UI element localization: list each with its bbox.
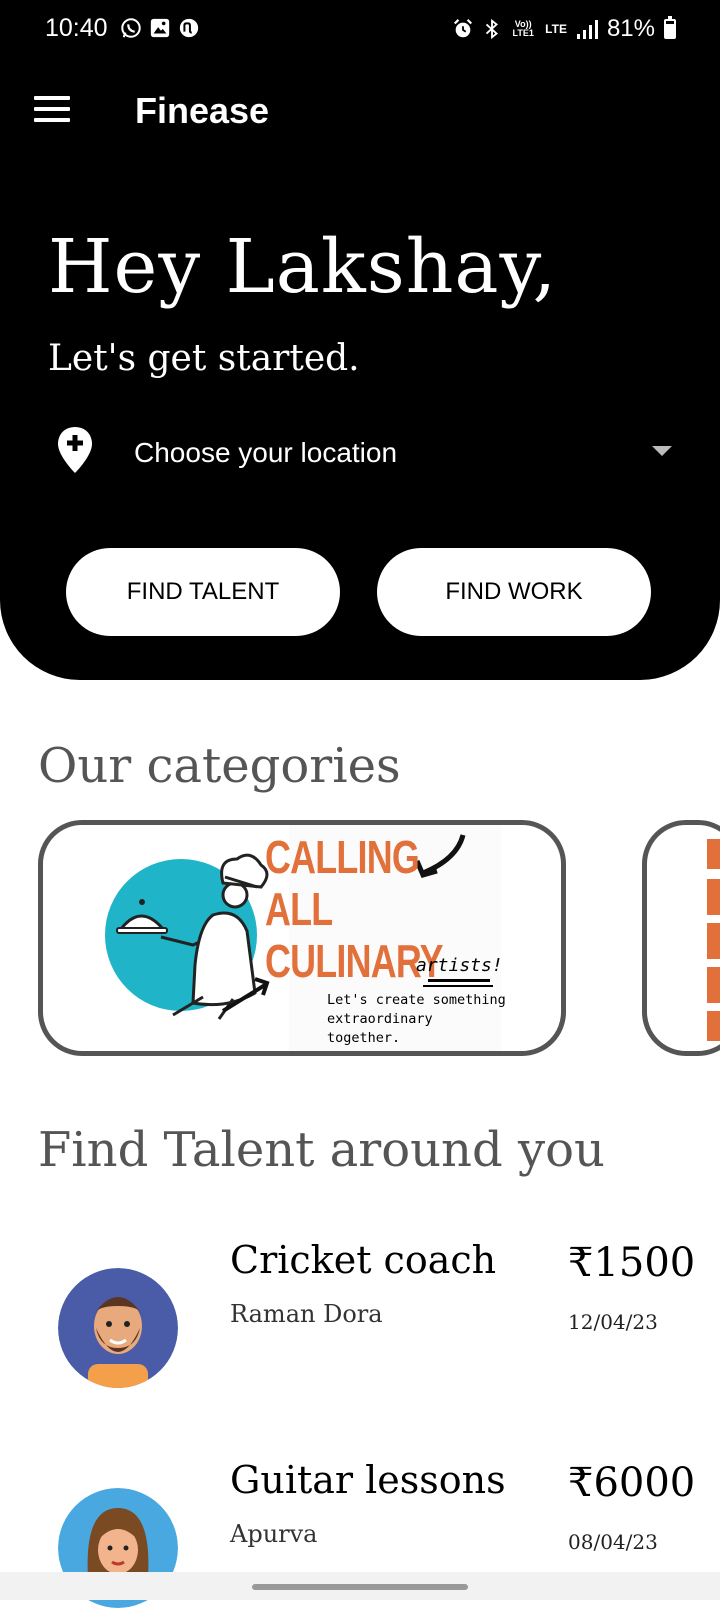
find-work-button[interactable]: FIND WORK — [377, 548, 651, 636]
status-bar: 10:40 Vo)) LTE1 LTE 81% — [0, 0, 720, 62]
system-nav-bar — [0, 1572, 720, 1600]
battery-percent: 81% — [606, 15, 655, 42]
underline-decoration — [428, 979, 490, 982]
lte-icon: LTE — [545, 21, 567, 36]
category-card-culinary[interactable]: CALLING ALL CULINARY artists! Let's crea… — [38, 820, 566, 1056]
hero-panel: 10:40 Vo)) LTE1 LTE 81% Finease Hey Laks… — [0, 0, 720, 680]
greeting-subtitle: Let's get started. — [48, 338, 360, 379]
status-right-icons: Vo)) LTE1 LTE 81% — [452, 15, 676, 43]
category-card-next[interactable] — [642, 820, 720, 1056]
talent-title: Cricket coach — [230, 1238, 497, 1282]
avatar — [58, 1268, 178, 1388]
find-talent-button[interactable]: FIND TALENT — [66, 548, 340, 636]
talent-name: Raman Dora — [230, 1300, 383, 1328]
status-time: 10:40 — [45, 14, 108, 42]
talent-name: Apurva — [230, 1520, 318, 1548]
gallery-icon — [150, 18, 170, 38]
talent-heading: Find Talent around you — [38, 1122, 605, 1178]
hamburger-menu-icon[interactable] — [34, 96, 70, 126]
talent-price: ₹6000 — [568, 1460, 696, 1506]
location-placeholder: Choose your location — [134, 437, 398, 468]
talent-list-item[interactable]: Cricket coach Raman Dora ₹1500 12/04/23 — [0, 1238, 720, 1398]
alarm-icon — [454, 19, 473, 38]
signal-icon — [576, 20, 598, 39]
sync-icon — [179, 18, 199, 38]
add-location-pin-icon — [58, 427, 92, 473]
greeting-heading: Hey Lakshay, — [48, 224, 558, 310]
bluetooth-icon — [486, 18, 499, 40]
whatsapp-icon — [121, 18, 141, 38]
talent-title: Guitar lessons — [230, 1458, 506, 1502]
underline-decoration — [423, 985, 493, 987]
categories-heading: Our categories — [38, 738, 401, 794]
location-selector[interactable]: Choose your location — [56, 425, 682, 485]
talent-date: 12/04/23 — [568, 1310, 658, 1334]
category-script-text: artists! — [416, 955, 503, 976]
category-tagline: Let's create something extraordinary tog… — [327, 992, 506, 1046]
home-gesture-handle[interactable] — [252, 1584, 468, 1590]
app-title: Finease — [135, 90, 270, 131]
volte-icon: Vo)) LTE1 — [512, 19, 534, 38]
app-bar: Finease — [0, 72, 720, 152]
battery-icon — [664, 16, 676, 39]
next-card-partial-art — [707, 839, 720, 1041]
talent-price: ₹1500 — [568, 1240, 696, 1286]
talent-date: 08/04/23 — [568, 1530, 658, 1554]
status-left-icons — [120, 17, 200, 39]
dropdown-arrow-icon — [652, 446, 672, 456]
